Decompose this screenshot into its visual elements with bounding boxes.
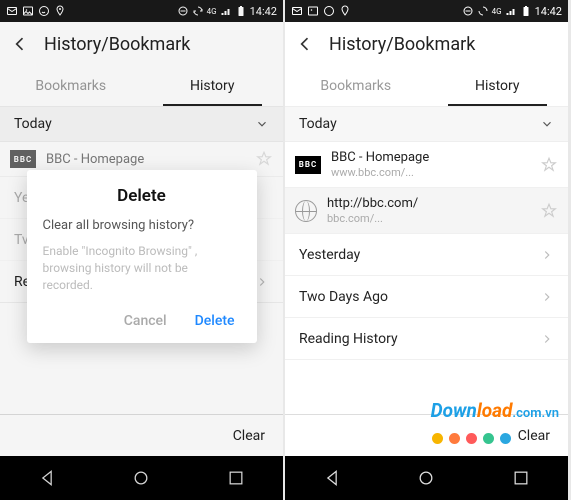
- cancel-button[interactable]: Cancel: [122, 307, 169, 335]
- nav-recent-icon[interactable]: [511, 468, 531, 488]
- location-icon: [339, 5, 351, 17]
- clear-button[interactable]: Clear: [518, 428, 550, 444]
- clock: 14:42: [535, 5, 562, 18]
- network-label: 4G: [492, 7, 502, 16]
- dialog-title: Delete: [43, 186, 241, 206]
- favicon-bbc-icon: BBC: [10, 150, 36, 168]
- whatsapp-icon: [323, 5, 335, 17]
- dialog-message: Clear all browsing history?: [43, 218, 241, 233]
- signal-icon: [220, 5, 232, 17]
- delete-button[interactable]: Delete: [193, 307, 237, 335]
- clear-button[interactable]: Clear: [233, 428, 265, 444]
- chevron-down-icon: [540, 117, 554, 131]
- back-icon[interactable]: [295, 34, 315, 54]
- dnd-icon: [462, 5, 474, 17]
- chevron-right-icon: [540, 248, 554, 262]
- sync-icon: [477, 5, 489, 17]
- tabs: Bookmarks History: [285, 66, 568, 106]
- whatsapp-icon: [38, 5, 50, 17]
- section-today[interactable]: Today: [285, 106, 568, 142]
- image-icon: [22, 5, 34, 17]
- battery-icon: [520, 5, 532, 17]
- nav-home-icon[interactable]: [416, 468, 436, 488]
- phone-right: 4G 14:42 History/Bookmark Bookmarks Hist…: [285, 0, 568, 500]
- bottom-bar: Clear: [0, 414, 283, 456]
- globe-icon: [295, 200, 317, 222]
- location-icon: [54, 5, 66, 17]
- sync-icon: [192, 5, 204, 17]
- row-two-days-ago[interactable]: Two Days Ago: [285, 276, 568, 318]
- phone-left: 4G 14:42 History/Bookmark Bookmarks Hist…: [0, 0, 283, 500]
- tab-history[interactable]: History: [427, 66, 569, 106]
- history-entry[interactable]: BBC BBC - Homepage www.bbc.com/...: [285, 142, 568, 188]
- header: History/Bookmark: [285, 22, 568, 66]
- tab-bookmarks[interactable]: Bookmarks: [0, 66, 142, 106]
- section-today[interactable]: Today: [0, 106, 283, 142]
- mail-icon: [291, 5, 303, 17]
- image-icon: [307, 5, 319, 17]
- battery-icon: [235, 5, 247, 17]
- page-title: History/Bookmark: [44, 34, 190, 55]
- row-yesterday[interactable]: Yesterday: [285, 234, 568, 276]
- android-nav: [285, 456, 568, 500]
- section-label: Today: [299, 116, 337, 132]
- tabs: Bookmarks History: [0, 66, 283, 106]
- history-entry[interactable]: http://bbc.com/ bbc.com/...: [285, 188, 568, 234]
- entry-url: www.bbc.com/...: [331, 166, 530, 179]
- row-label: Yesterday: [299, 247, 360, 263]
- clock: 14:42: [250, 5, 277, 18]
- back-icon[interactable]: [10, 34, 30, 54]
- page-title: History/Bookmark: [329, 34, 475, 55]
- favicon-bbc-icon: BBC: [295, 156, 321, 174]
- row-reading-history[interactable]: Reading History: [285, 318, 568, 360]
- mail-icon: [6, 5, 18, 17]
- entry-title: BBC - Homepage: [331, 150, 530, 165]
- entry-title: http://bbc.com/: [327, 196, 530, 211]
- star-icon[interactable]: [540, 202, 558, 220]
- network-label: 4G: [207, 7, 217, 16]
- nav-recent-icon[interactable]: [226, 468, 246, 488]
- section-label: Today: [14, 116, 52, 132]
- bottom-bar: Clear: [285, 414, 568, 456]
- entry-title: BBC - Homepage: [46, 152, 245, 167]
- row-label: Reading History: [299, 331, 398, 347]
- chevron-right-icon: [255, 275, 269, 289]
- row-label: Two Days Ago: [299, 289, 388, 305]
- entry-url: bbc.com/...: [327, 212, 530, 225]
- header: History/Bookmark: [0, 22, 283, 66]
- star-icon[interactable]: [540, 156, 558, 174]
- status-bar: 4G 14:42: [0, 0, 283, 22]
- tab-history[interactable]: History: [142, 66, 284, 106]
- nav-home-icon[interactable]: [131, 468, 151, 488]
- android-nav: [0, 456, 283, 500]
- dnd-icon: [177, 5, 189, 17]
- status-bar: 4G 14:42: [285, 0, 568, 22]
- delete-dialog: Delete Clear all browsing history? Enabl…: [27, 170, 257, 343]
- chevron-right-icon: [540, 290, 554, 304]
- chevron-right-icon: [540, 332, 554, 346]
- chevron-down-icon: [255, 117, 269, 131]
- tab-bookmarks[interactable]: Bookmarks: [285, 66, 427, 106]
- signal-icon: [505, 5, 517, 17]
- nav-back-icon[interactable]: [322, 468, 342, 488]
- dialog-hint: Enable "Incognito Browsing" , browsing h…: [43, 243, 241, 293]
- star-icon[interactable]: [255, 150, 273, 168]
- nav-back-icon[interactable]: [37, 468, 57, 488]
